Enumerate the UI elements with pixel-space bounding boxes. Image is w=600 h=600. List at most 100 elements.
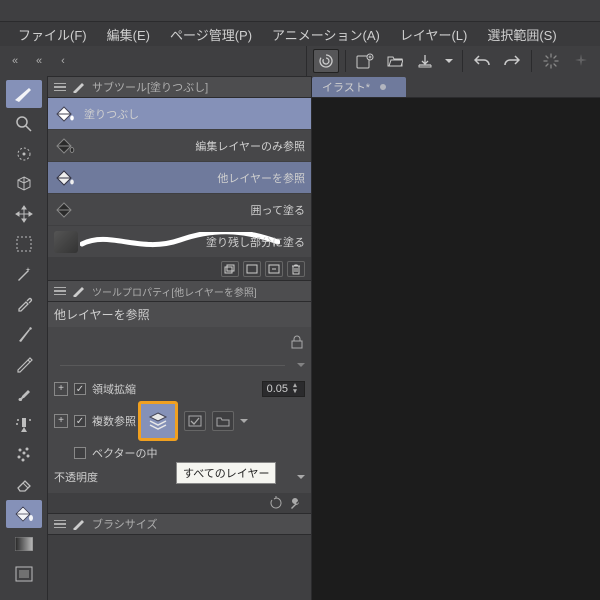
checkbox-area-shrink[interactable] [74, 383, 86, 395]
tool-pen[interactable] [6, 320, 42, 348]
checkbox-vector[interactable] [74, 447, 86, 459]
panel-menu-icon[interactable] [54, 287, 66, 296]
sparkle-icon[interactable] [568, 49, 594, 73]
bucket-dark-icon [54, 200, 76, 220]
area-shrink-value: 0.05 [267, 383, 288, 395]
bucket-icon [54, 168, 76, 188]
prop-multi-ref-row: + 複数参照 [48, 401, 311, 441]
subtool-label: 他レイヤーを参照 [217, 170, 305, 186]
all-layers-option-highlighted[interactable] [138, 401, 178, 441]
tool-airbrush[interactable] [6, 410, 42, 438]
canvas-viewport[interactable] [312, 98, 600, 600]
bucket-icon [54, 104, 76, 124]
new-doc-icon[interactable] [352, 49, 378, 73]
tool-pencil[interactable] [6, 350, 42, 378]
save-icon[interactable] [412, 49, 438, 73]
panel-collapse-icon[interactable]: « [8, 54, 22, 68]
menu-select[interactable]: 選択範囲(S) [477, 21, 566, 48]
toolprop-footer [48, 493, 311, 513]
subtool-list: 塗りつぶし 編集レイヤーのみ参照 他レイヤーを参照 囲って塗る [48, 98, 311, 280]
tool-decoration[interactable] [6, 440, 42, 468]
ref-option-folder-icon[interactable] [212, 411, 234, 431]
document-area: イラスト* [312, 76, 600, 600]
brush-icon [72, 518, 86, 530]
brush-size-panel-title: ブラシサイズ [92, 516, 157, 532]
menu-edit[interactable]: 編集(E) [97, 21, 160, 48]
area-shrink-value-field[interactable]: 0.05 ▴▾ [262, 381, 305, 397]
chevron-down-icon[interactable] [297, 363, 305, 368]
duplicate-subtool-icon[interactable] [221, 261, 239, 277]
prop-vector-label: ベクターの中 [92, 445, 158, 461]
add-subtool-icon[interactable] [243, 261, 261, 277]
tool-3d[interactable] [6, 170, 42, 198]
chevron-down-icon[interactable] [297, 475, 305, 480]
panel-nav-bar: « « ‹ [0, 46, 307, 76]
tool-fill[interactable] [6, 500, 42, 528]
subtool-footer [48, 258, 311, 280]
swirl-tool-icon[interactable] [313, 49, 339, 73]
brush-icon [72, 285, 86, 297]
toolprop-header-label: 他レイヤーを参照 [48, 302, 311, 327]
tool-marquee[interactable] [6, 230, 42, 258]
spinner-icon[interactable]: ▴▾ [290, 383, 300, 395]
tool-eyedropper[interactable] [6, 290, 42, 318]
tool-figure[interactable] [6, 560, 42, 588]
loading-spinner-icon [538, 49, 564, 73]
undo-icon[interactable] [469, 49, 495, 73]
lock-icon[interactable] [291, 335, 303, 349]
prop-multi-ref-label: 複数参照 [92, 413, 136, 429]
main-menu-bar: ファイル(F) 編集(E) ページ管理(P) アニメーション(A) レイヤー(L… [0, 22, 600, 46]
slider-track[interactable] [60, 365, 285, 366]
settings-subtool-icon[interactable] [265, 261, 283, 277]
subtool-other-layer-ref[interactable]: 他レイヤーを参照 [48, 162, 311, 194]
layers-stack-icon [147, 411, 169, 431]
thumbnail-icon [54, 231, 78, 253]
expand-icon[interactable]: + [54, 382, 68, 396]
tool-magnifier[interactable] [6, 110, 42, 138]
subtool-label: 編集レイヤーのみ参照 [195, 138, 305, 154]
menu-animation[interactable]: アニメーション(A) [262, 21, 390, 48]
toolprop-panel-header[interactable]: ツールプロパティ[他レイヤーを参照] [48, 280, 311, 302]
prop-opacity-label: 不透明度 [54, 469, 98, 485]
subtool-panel-header[interactable]: サブツール[塗りつぶし] [48, 76, 311, 98]
ref-option-check-icon[interactable] [184, 411, 206, 431]
subtool-paint-unfilled[interactable]: 塗り残し部分に塗る [48, 226, 311, 258]
center-panels: サブツール[塗りつぶし] 塗りつぶし 編集レイヤーのみ参照 他レイヤーを参照 [48, 76, 312, 600]
top-toolbar [307, 46, 600, 76]
checkbox-multi-ref[interactable] [74, 415, 86, 427]
tool-brush-group-tab[interactable] [6, 80, 42, 108]
expand-icon[interactable]: + [54, 414, 68, 428]
tool-eraser[interactable] [6, 470, 42, 498]
prop-area-shrink-row: + 領域拡縮 0.05 ▴▾ [48, 377, 311, 401]
panel-menu-icon[interactable] [54, 520, 66, 529]
tool-brush[interactable] [6, 380, 42, 408]
chevron-down-icon[interactable] [240, 419, 248, 424]
subtool-panel-title: サブツール[塗りつぶし] [92, 79, 208, 95]
tool-gradient[interactable] [6, 530, 42, 558]
document-tab-bar: イラスト* [312, 76, 600, 98]
save-dropdown-icon[interactable] [442, 49, 456, 73]
subtool-label: 塗りつぶし [84, 106, 139, 122]
redo-icon[interactable] [499, 49, 525, 73]
subtool-edit-layer-only[interactable]: 編集レイヤーのみ参照 [48, 130, 311, 162]
document-tab-label: イラスト* [322, 79, 370, 95]
menu-file[interactable]: ファイル(F) [8, 21, 97, 48]
document-tab[interactable]: イラスト* [312, 77, 406, 97]
brush-size-panel-header[interactable]: ブラシサイズ [48, 513, 311, 535]
subtool-label: 塗り残し部分に塗る [206, 234, 305, 250]
subtool-enclose-fill[interactable]: 囲って塗る [48, 194, 311, 226]
wrench-icon[interactable] [289, 496, 303, 510]
tool-operation[interactable] [6, 140, 42, 168]
panel-menu-icon[interactable] [54, 83, 66, 92]
tool-wand[interactable] [6, 260, 42, 288]
delete-subtool-icon[interactable] [287, 261, 305, 277]
brush-icon [72, 81, 86, 93]
reset-icon[interactable] [269, 496, 283, 510]
tool-move[interactable] [6, 200, 42, 228]
panel-collapse-icon[interactable]: « [32, 54, 46, 68]
open-folder-icon[interactable] [382, 49, 408, 73]
menu-layer[interactable]: レイヤー(L) [390, 21, 478, 48]
menu-page[interactable]: ページ管理(P) [160, 21, 262, 48]
panel-back-icon[interactable]: ‹ [56, 54, 70, 68]
subtool-fill[interactable]: 塗りつぶし [48, 98, 311, 130]
